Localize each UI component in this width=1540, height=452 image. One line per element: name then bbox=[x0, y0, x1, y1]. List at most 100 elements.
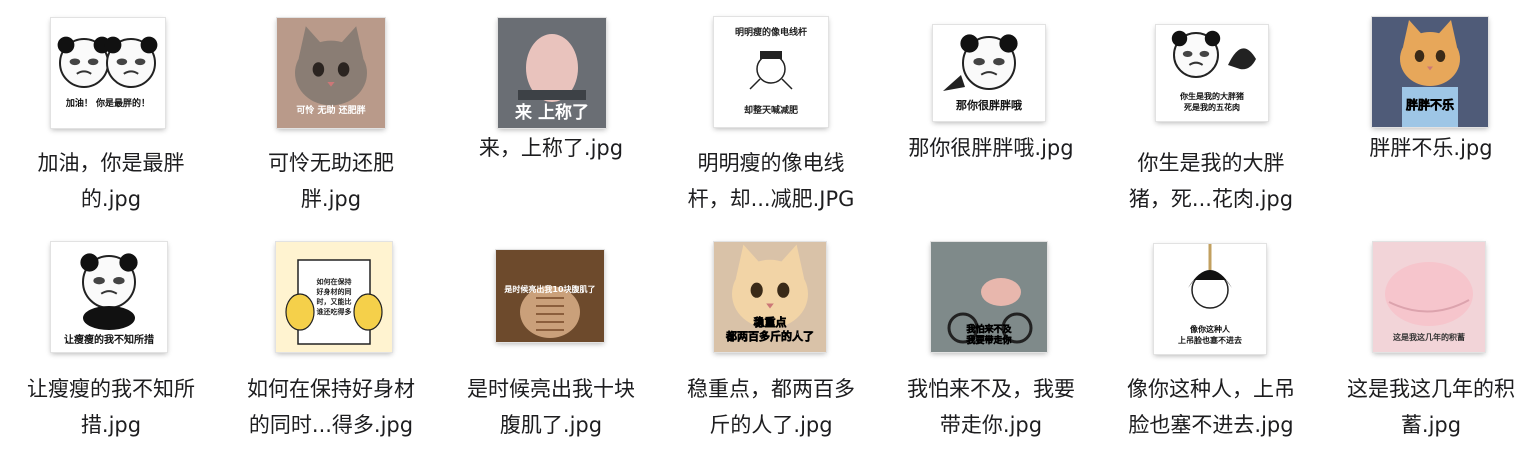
thumbnail-caption: 我要带走你 bbox=[966, 334, 1011, 346]
thumbnail-caption: 时，又能比 bbox=[317, 297, 352, 306]
file-item[interactable]: 如何在保持 好身材的同 时，又能比 谁还吃得多如何在保持好身材 的同时...得多.jpg bbox=[221, 226, 441, 446]
file-name-label[interactable]: 你生是我的大胖 猪，死...花肉.jpg bbox=[1101, 145, 1321, 217]
file-name-label[interactable]: 胖胖不乐.jpg bbox=[1321, 130, 1540, 166]
panda-ear bbox=[57, 36, 75, 54]
file-name-label[interactable]: 是时候亮出我十块 腹肌了.jpg bbox=[441, 371, 661, 443]
file-name-line: 措.jpg bbox=[80, 413, 142, 437]
file-item[interactable]: 明明瘦的像电线杆 却整天喊减肥明明瘦的像电线 杆，却...减肥.JPG bbox=[661, 0, 881, 220]
file-name-label[interactable]: 稳重点，都两百多 斤的人了.jpg bbox=[661, 371, 881, 443]
file-name-label[interactable]: 来，上称了.jpg bbox=[441, 130, 661, 166]
file-name-line: 腹肌了.jpg bbox=[499, 413, 603, 437]
cartoon-book-thumbnail[interactable]: 如何在保持 好身材的同 时，又能比 谁还吃得多 bbox=[276, 242, 392, 352]
thumbnail-image: 你生是我的大胖猪死是我的五花肉 bbox=[1171, 30, 1256, 112]
thumbnail-caption: 稳重点 bbox=[754, 315, 787, 329]
panda-ear bbox=[104, 36, 122, 54]
file-item[interactable]: 像你这种人 上吊脸也塞不进去像你这种人，上吊 脸也塞不进去.jpg bbox=[1101, 226, 1321, 446]
thumbnail-image: 稳重点都两百多斤的人了 bbox=[714, 242, 826, 352]
cartoon-head bbox=[756, 54, 786, 84]
panda-meme-thumbnail[interactable]: 你生是我的大胖猪 死是我的五花肉 bbox=[1156, 25, 1268, 121]
panda-ear bbox=[80, 253, 99, 272]
file-item[interactable]: 你生是我的大胖猪 死是我的五花肉你生是我的大胖 猪，死...花肉.jpg bbox=[1101, 0, 1321, 220]
file-icon-grid: 加油！ 你是最胖的！ 加油，你是最胖 的.jpg 可怜 无助 还肥胖 可怜无助还肥 胖.j… bbox=[0, 0, 1540, 452]
file-name-label[interactable]: 加油，你是最胖 的.jpg bbox=[1, 145, 221, 217]
cartoon-meme-thumbnail[interactable]: 像你这种人 上吊脸也塞不进去 bbox=[1154, 244, 1266, 354]
file-name-line: 明明瘦的像电线 bbox=[697, 151, 845, 175]
thumbnail-caption: 像你这种人 bbox=[1189, 324, 1231, 334]
belly-photo-thumbnail[interactable]: 这是我这几年的积蓄 bbox=[1373, 242, 1485, 352]
cartoon-hand bbox=[285, 293, 315, 331]
file-name-line: 的同时...得多.jpg bbox=[248, 413, 414, 437]
panda-hand bbox=[943, 75, 965, 91]
thumbnail-image: 加油！ 你是最胖的！ bbox=[57, 36, 158, 109]
cat-eye bbox=[337, 62, 350, 77]
file-name-label[interactable]: 像你这种人，上吊 脸也塞不进去.jpg bbox=[1101, 371, 1321, 443]
file-name-line: 如何在保持好身材 bbox=[247, 377, 415, 401]
file-name-line: 的.jpg bbox=[80, 187, 142, 211]
panda-meme-thumbnail[interactable]: 加油！ 你是最胖的！ bbox=[51, 18, 165, 128]
file-item[interactable]: 可怜 无助 还肥胖可怜无助还肥 胖.jpg bbox=[221, 0, 441, 220]
cartoon-arm bbox=[749, 78, 761, 90]
file-name-line: 是时候亮出我十块 bbox=[467, 377, 635, 401]
panda-meme-thumbnail[interactable]: 那你很胖胖哦 bbox=[933, 25, 1045, 121]
file-name-line: 带走你.jpg bbox=[939, 413, 1043, 437]
thumbnail-image: 像你这种人上吊脸也塞不进去 bbox=[1178, 244, 1242, 345]
thumbnail-caption: 上吊脸也塞不进去 bbox=[1178, 335, 1242, 345]
cat-photo-thumbnail[interactable]: 稳重点 都两百多斤的人了 bbox=[714, 242, 826, 352]
panda-ear bbox=[1204, 30, 1221, 47]
panda-eye bbox=[134, 58, 146, 66]
file-item[interactable]: 加油！ 你是最胖的！ 加油，你是最胖 的.jpg bbox=[1, 0, 221, 220]
file-item[interactable]: 来 上称了来，上称了.jpg bbox=[441, 0, 661, 220]
thumbnail-caption: 我怕来不及 bbox=[966, 323, 1012, 335]
thumbnail-caption: 让瘦瘦的我不知所措 bbox=[64, 333, 154, 346]
cat-photo-thumbnail[interactable]: 可怜 无助 还肥胖 bbox=[277, 18, 385, 128]
thumbnail-image: 来 上称了 bbox=[498, 18, 606, 128]
thumbnail-image: 让瘦瘦的我不知所措 bbox=[64, 253, 154, 346]
file-name-line: 我怕来不及，我要 bbox=[907, 377, 1075, 401]
thumbnail-caption: 明明瘦的像电线杆 bbox=[735, 26, 807, 38]
thumbnail-caption: 可怜 无助 还肥胖 bbox=[296, 104, 365, 116]
motorbike-photo-thumbnail[interactable]: 我怕来不及 我要带走你 bbox=[931, 242, 1047, 352]
file-item[interactable]: 稳重点 都两百多斤的人了稳重点，都两百多 斤的人了.jpg bbox=[661, 226, 881, 446]
cartoon-hair bbox=[760, 51, 782, 59]
thumbnail-caption: 死是我的五花肉 bbox=[1183, 102, 1240, 112]
thumbnail-caption: 好身材的同 bbox=[316, 287, 352, 296]
file-name-line: 蓄.jpg bbox=[1400, 413, 1462, 437]
panda-eye bbox=[993, 58, 1005, 66]
file-item[interactable]: 我怕来不及 我要带走你我怕来不及，我要 带走你.jpg bbox=[881, 226, 1101, 446]
file-item[interactable]: 让瘦瘦的我不知所措让瘦瘦的我不知所 措.jpg bbox=[1, 226, 221, 446]
thumbnail-caption: 来 上称了 bbox=[514, 102, 589, 123]
panda-eye bbox=[93, 277, 105, 285]
file-name-label[interactable]: 如何在保持好身材 的同时...得多.jpg bbox=[221, 371, 441, 443]
file-name-line: 来，上称了.jpg bbox=[478, 136, 624, 160]
file-item[interactable]: 胖胖不乐胖胖不乐.jpg bbox=[1321, 0, 1540, 220]
cat-photo-thumbnail[interactable]: 胖胖不乐 bbox=[1372, 17, 1488, 127]
panda-ear bbox=[119, 253, 138, 272]
thumbnail-caption: 如何在保持 bbox=[317, 277, 352, 286]
file-item[interactable]: 是时候亮出我10块腹肌了是时候亮出我十块 腹肌了.jpg bbox=[441, 226, 661, 446]
cartoon-meme-thumbnail[interactable]: 明明瘦的像电线杆 却整天喊减肥 bbox=[714, 17, 828, 127]
file-name-line: 你生是我的大胖 bbox=[1137, 151, 1285, 175]
file-name-line: 胖胖不乐.jpg bbox=[1369, 136, 1493, 160]
belly-photo-thumbnail[interactable]: 是时候亮出我10块腹肌了 bbox=[496, 250, 604, 342]
file-name-line: 让瘦瘦的我不知所 bbox=[27, 377, 195, 401]
file-name-label[interactable]: 那你很胖胖哦.jpg bbox=[881, 130, 1101, 166]
cat-eye bbox=[1435, 50, 1446, 62]
pig-photo-thumbnail[interactable]: 来 上称了 bbox=[498, 18, 606, 128]
file-item[interactable]: 那你很胖胖哦那你很胖胖哦.jpg bbox=[881, 0, 1101, 220]
thumbnail-caption: 谁还吃得多 bbox=[317, 307, 352, 316]
panda-ear bbox=[1171, 30, 1188, 47]
file-name-label[interactable]: 我怕来不及，我要 带走你.jpg bbox=[881, 371, 1101, 443]
panda-eye bbox=[1182, 50, 1193, 57]
file-item[interactable]: 这是我这几年的积蓄这是我这几年的积 蓄.jpg bbox=[1321, 226, 1540, 446]
cat-eye bbox=[1414, 50, 1425, 62]
file-name-label[interactable]: 这是我这几年的积 蓄.jpg bbox=[1321, 371, 1540, 443]
file-name-label[interactable]: 明明瘦的像电线 杆，却...减肥.JPG bbox=[661, 145, 881, 217]
thumbnail-caption: 那你很胖胖哦 bbox=[956, 98, 1022, 112]
file-name-label[interactable]: 让瘦瘦的我不知所 措.jpg bbox=[1, 371, 221, 443]
thumbnail-caption: 都两百多斤的人了 bbox=[725, 329, 814, 343]
file-name-line: 这是我这几年的积 bbox=[1347, 377, 1515, 401]
panda-eye bbox=[69, 58, 81, 66]
file-name-line: 稳重点，都两百多 bbox=[687, 377, 855, 401]
panda-meme-thumbnail[interactable]: 让瘦瘦的我不知所措 bbox=[51, 242, 167, 352]
file-name-label[interactable]: 可怜无助还肥 胖.jpg bbox=[221, 145, 441, 217]
